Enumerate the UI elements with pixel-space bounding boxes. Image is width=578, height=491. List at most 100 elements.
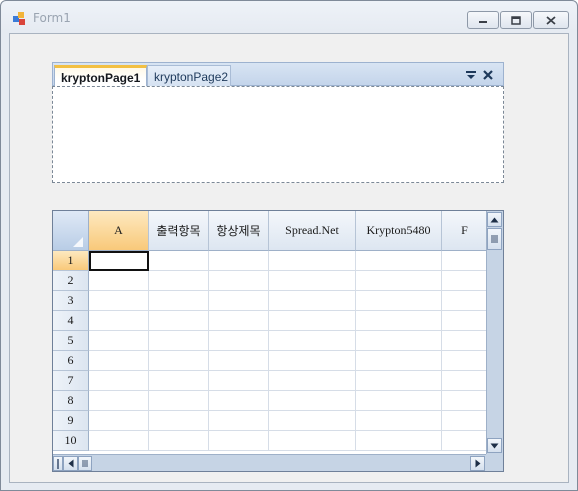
grid-cell[interactable] [356,411,442,431]
grid-cell[interactable] [269,291,356,311]
navigator-close-button[interactable] [481,68,495,82]
spread-grid[interactable]: A 출력항목 항상제목 Spread.Net Krypton5480 F 1 2… [52,210,504,472]
grid-cell[interactable] [442,411,488,431]
grid-cell[interactable] [269,251,356,271]
grid-cell[interactable] [149,351,209,371]
maximize-button[interactable] [500,11,532,29]
grid-cell[interactable] [356,291,442,311]
grid-cell[interactable] [89,291,149,311]
tab-splitter-handle[interactable] [53,456,63,471]
grid-cell[interactable] [149,251,209,271]
grid-cell[interactable] [442,251,488,271]
grid-cell[interactable] [209,431,269,451]
dropdown-button[interactable] [464,68,478,82]
row-header-1[interactable]: 1 [53,251,89,271]
scroll-down-button[interactable] [487,438,502,453]
krypton-page-panel[interactable] [52,86,504,183]
scroll-up-button[interactable] [487,212,502,227]
grid-cell[interactable] [442,391,488,411]
grid-cell[interactable] [442,311,488,331]
grid-cell[interactable] [442,331,488,351]
row-header-9[interactable]: 9 [53,411,89,431]
grid-cell[interactable] [269,271,356,291]
grid-cell[interactable] [89,371,149,391]
tab-kryptonpage2[interactable]: kryptonPage2 [147,65,231,87]
grid-cell[interactable] [149,431,209,451]
horizontal-scrollbar[interactable] [53,454,487,471]
grid-cell[interactable] [269,311,356,331]
grid-cell[interactable] [209,411,269,431]
splitter-icon [57,458,59,469]
grid-cell[interactable] [356,351,442,371]
grid-cell[interactable] [149,371,209,391]
grid-cell[interactable] [269,431,356,451]
row-header-10[interactable]: 10 [53,431,89,451]
close-icon [546,15,556,25]
title-bar[interactable]: Form1 [1,1,577,33]
minimize-button[interactable] [467,11,499,29]
grid-cell[interactable] [356,391,442,411]
select-all-corner[interactable] [53,211,89,251]
grid-cell[interactable] [356,271,442,291]
grid-cell[interactable] [149,271,209,291]
grid-cell[interactable] [442,431,488,451]
column-header-e[interactable]: Krypton5480 [356,211,442,251]
grid-cell[interactable] [356,311,442,331]
grid-cell[interactable] [442,271,488,291]
grid-cell[interactable] [442,371,488,391]
grid-cell[interactable] [209,391,269,411]
row-header-2[interactable]: 2 [53,271,89,291]
grid-cell[interactable] [442,351,488,371]
row-header-3[interactable]: 3 [53,291,89,311]
grid-cell[interactable] [356,431,442,451]
column-header-d[interactable]: Spread.Net [269,211,356,251]
column-header-b[interactable]: 출력항목 [149,211,209,251]
grid-cell[interactable] [149,411,209,431]
grid-cell[interactable] [269,351,356,371]
grid-cell[interactable] [89,251,149,271]
grid-cell[interactable] [269,371,356,391]
krypton-navigator: kryptonPage1 kryptonPage2 [52,62,504,183]
scroll-right-button[interactable] [470,456,485,471]
column-header-c[interactable]: 항상제목 [209,211,269,251]
column-header-a[interactable]: A [89,211,149,251]
grid-cell[interactable] [209,251,269,271]
vertical-scroll-thumb[interactable] [487,228,502,250]
grid-cell[interactable] [209,311,269,331]
grid-cell[interactable] [89,431,149,451]
grid-cell[interactable] [209,271,269,291]
grid-cell[interactable] [209,291,269,311]
row-header-7[interactable]: 7 [53,371,89,391]
grid-cell[interactable] [269,391,356,411]
grid-cell[interactable] [209,351,269,371]
row-header-4[interactable]: 4 [53,311,89,331]
scroll-left-button[interactable] [63,456,78,471]
column-header-f[interactable]: F [442,211,488,251]
grid-cell[interactable] [209,371,269,391]
grid-cell[interactable] [269,411,356,431]
grid-cell[interactable] [356,331,442,351]
grid-cell[interactable] [89,411,149,431]
grid-cell[interactable] [89,351,149,371]
tab-kryptonpage1[interactable]: kryptonPage1 [54,65,147,87]
row-header-5[interactable]: 5 [53,331,89,351]
grid-cell[interactable] [269,331,356,351]
row-header-6[interactable]: 6 [53,351,89,371]
tab-strip: kryptonPage1 kryptonPage2 [52,62,504,87]
grid-cell[interactable] [89,271,149,291]
grid-cell[interactable] [89,391,149,411]
vertical-scrollbar[interactable] [486,211,503,455]
grid-cell[interactable] [149,291,209,311]
grid-cell[interactable] [149,311,209,331]
row-header-8[interactable]: 8 [53,391,89,411]
grid-cell[interactable] [356,251,442,271]
grid-cell[interactable] [149,391,209,411]
grid-cell[interactable] [442,291,488,311]
close-button[interactable] [533,11,569,29]
grid-cell[interactable] [89,311,149,331]
grid-cell[interactable] [149,331,209,351]
horizontal-scroll-thumb[interactable] [78,456,92,471]
grid-cell[interactable] [209,331,269,351]
grid-cell[interactable] [356,371,442,391]
grid-cell[interactable] [89,331,149,351]
